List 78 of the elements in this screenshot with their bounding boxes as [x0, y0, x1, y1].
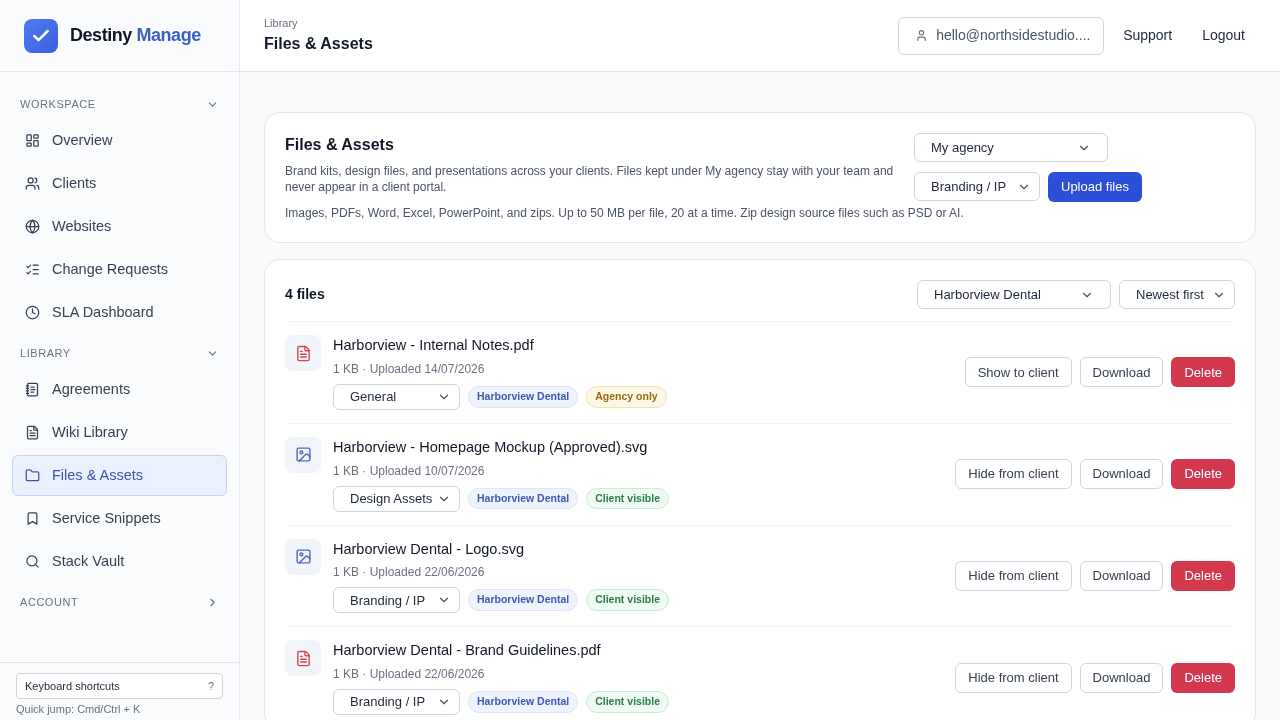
- file-count: 4 files: [285, 285, 325, 304]
- user-icon: [915, 29, 929, 42]
- header-link[interactable]: Support: [1112, 25, 1184, 46]
- globe-icon: [25, 219, 40, 234]
- users-icon: [25, 176, 40, 191]
- image-file-icon: [294, 548, 312, 565]
- delete-button[interactable]: Delete: [1171, 459, 1235, 490]
- document-icon: [25, 425, 40, 440]
- visibility-tag: Client visible: [586, 589, 669, 612]
- nav-item[interactable]: SLA Dashboard: [12, 292, 227, 333]
- logo-icon: [24, 18, 58, 53]
- file-name: Harborview Dental - Logo.svg: [333, 539, 525, 559]
- category-select[interactable]: General: [333, 383, 460, 410]
- file-name: Harborview - Internal Notes.pdf: [333, 336, 535, 355]
- nav-item[interactable]: Service Snippets: [12, 498, 227, 539]
- visibility-toggle-button[interactable]: Show to client: [964, 357, 1072, 388]
- nav-item[interactable]: Clients: [12, 163, 227, 204]
- client-tag: Harborview Dental: [468, 691, 579, 713]
- client-tag: Harborview Dental: [468, 487, 579, 510]
- notepad-icon: [25, 382, 40, 397]
- delete-button[interactable]: Delete: [1171, 357, 1235, 388]
- document-icon: [294, 344, 312, 362]
- keyboard-shortcuts-button[interactable]: Keyboard shortcuts ?: [16, 673, 223, 699]
- delete-button[interactable]: Delete: [1171, 662, 1235, 693]
- client-tag: Harborview Dental: [468, 385, 579, 408]
- file-meta: 1 KB · Uploaded 22/06/2026: [333, 564, 486, 582]
- nav-item[interactable]: Wiki Library: [12, 412, 227, 453]
- nav-item[interactable]: Files & Assets: [12, 455, 227, 496]
- file-meta: 1 KB · Uploaded 10/07/2026: [333, 462, 486, 480]
- card-description: Brand kits, design files, and presentations across your clients. Files kept under My agency stay with your team and never appear in a client portal.: [285, 163, 895, 195]
- clock-icon: [25, 305, 40, 320]
- image-file-icon: [294, 446, 312, 464]
- upload-note: Images, PDFs, Word, Excel, PowerPoint, and zips. Up to 50 MB per file, 20 at a time. Zip design source files such as PSD or AI.: [285, 205, 965, 222]
- download-button[interactable]: Download: [1079, 560, 1164, 591]
- visibility-tag: Client visible: [586, 487, 669, 510]
- brand-name: Destiny Manage: [70, 24, 201, 47]
- document-icon: [294, 649, 312, 667]
- file-meta: 1 KB · Uploaded 22/06/2026: [333, 666, 486, 683]
- visibility-toggle-button[interactable]: Hide from client: [955, 560, 1072, 591]
- nav-item[interactable]: Overview: [12, 120, 227, 161]
- account-field[interactable]: hello@northsidestudio....: [898, 16, 1105, 55]
- download-button[interactable]: Download: [1079, 459, 1164, 490]
- card-title: Files & Assets: [285, 135, 395, 155]
- upload-files-button[interactable]: Upload files: [1048, 172, 1142, 202]
- category-select[interactable]: Branding / IP: [914, 172, 1040, 201]
- file-name: Harborview - Homepage Mockup (Approved).svg: [333, 437, 649, 457]
- file-name: Harborview Dental - Brand Guidelines.pdf: [333, 641, 602, 661]
- delete-button[interactable]: Delete: [1171, 560, 1235, 591]
- sort-select[interactable]: Newest first: [1119, 280, 1235, 309]
- section-header[interactable]: LIBRARY: [12, 341, 227, 365]
- category-select[interactable]: Design Assets: [333, 485, 460, 512]
- section-header[interactable]: WORKSPACE: [12, 92, 227, 116]
- search-icon: [25, 554, 40, 569]
- category-select[interactable]: Branding / IP: [333, 689, 460, 715]
- folder-icon: [25, 468, 40, 483]
- nav-item[interactable]: Websites: [12, 206, 227, 247]
- category-select[interactable]: Branding / IP: [333, 587, 460, 614]
- nav-item[interactable]: Agreements: [12, 369, 227, 410]
- owner-select[interactable]: My agency: [914, 133, 1108, 162]
- visibility-tag: Agency only: [586, 385, 667, 408]
- nav-item[interactable]: Change Requests: [12, 249, 227, 290]
- layout-icon: [25, 133, 40, 148]
- section-header[interactable]: ACCOUNT: [12, 590, 227, 614]
- download-button[interactable]: Download: [1079, 662, 1164, 693]
- nav-item[interactable]: Stack Vault: [12, 541, 227, 582]
- visibility-tag: Client visible: [586, 691, 669, 713]
- page-title: Files & Assets: [264, 33, 373, 54]
- quick-jump-hint: Quick jump: Cmd/Ctrl + K: [16, 703, 142, 716]
- breadcrumb: Library: [264, 16, 299, 32]
- visibility-toggle-button[interactable]: Hide from client: [955, 459, 1072, 490]
- bookmark-icon: [25, 511, 40, 526]
- visibility-toggle-button[interactable]: Hide from client: [955, 662, 1072, 693]
- header-link[interactable]: Logout: [1191, 25, 1256, 46]
- checklist-icon: [25, 262, 40, 277]
- file-meta: 1 KB · Uploaded 14/07/2026: [333, 360, 486, 378]
- client-tag: Harborview Dental: [468, 589, 579, 612]
- client-filter-select[interactable]: Harborview Dental: [917, 280, 1111, 309]
- download-button[interactable]: Download: [1079, 357, 1164, 388]
